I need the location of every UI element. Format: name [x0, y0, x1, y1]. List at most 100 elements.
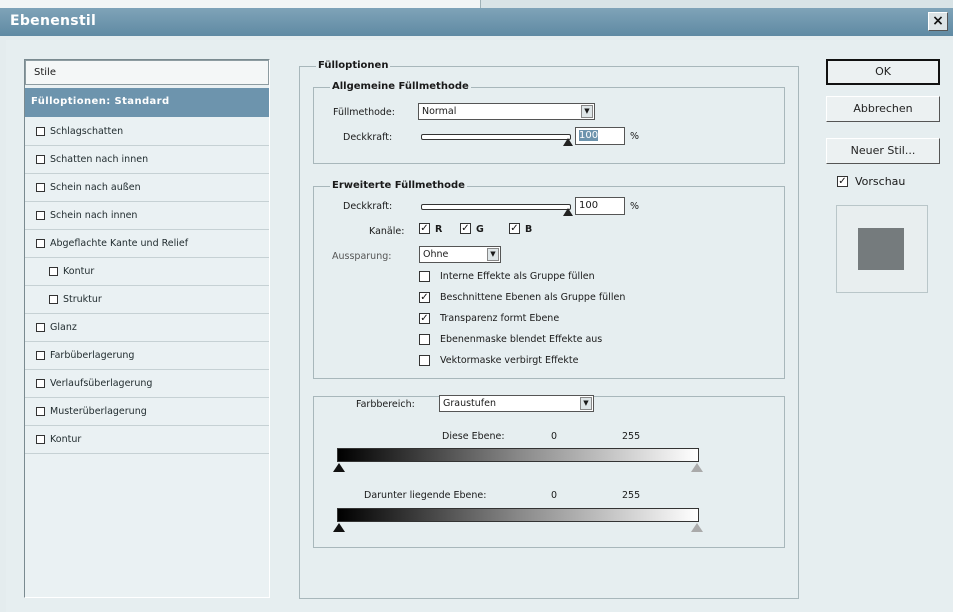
general-blend-group — [313, 87, 785, 164]
opacity-value: 100 — [579, 130, 599, 141]
opacity-slider[interactable] — [421, 134, 571, 140]
style-checkbox[interactable] — [36, 239, 45, 248]
advanced-blend-group — [313, 186, 785, 379]
style-checkbox[interactable] — [36, 127, 45, 136]
new-style-button[interactable]: Neuer Stil... — [826, 138, 940, 164]
this-layer-label: Diese Ebene: — [442, 431, 505, 442]
channel-g-label: G — [476, 224, 484, 235]
cancel-button[interactable]: Abbrechen — [826, 96, 940, 122]
style-checkbox[interactable] — [36, 155, 45, 164]
sidebar-item-2[interactable]: Schatten nach innen — [25, 146, 269, 174]
general-blend-title: Allgemeine Füllmethode — [330, 81, 471, 92]
sidebar-item-label: Kontur — [63, 266, 95, 277]
advanced-option-checkbox-2[interactable]: ✓ — [419, 292, 430, 303]
fill-opacity-value: 100 — [579, 200, 599, 211]
sidebar-item-5[interactable]: Abgeflachte Kante und Relief — [25, 230, 269, 258]
blend-if-group — [313, 396, 785, 548]
style-checkbox[interactable] — [36, 211, 45, 220]
this-layer-black-handle[interactable] — [333, 463, 345, 472]
opacity-input[interactable]: 100 — [575, 127, 625, 145]
preview-label: Vorschau — [855, 175, 906, 188]
advanced-option-label-5: Vektormaske verbirgt Effekte — [440, 355, 579, 366]
chevron-down-icon: ▼ — [580, 397, 592, 410]
advanced-option-checkbox-3[interactable]: ✓ — [419, 313, 430, 324]
this-layer-min: 0 — [551, 431, 558, 442]
sidebar-item-label: Farbüberlagerung — [50, 350, 135, 361]
sidebar-item-label: Abgeflachte Kante und Relief — [50, 238, 189, 249]
sidebar-item-label: Kontur — [50, 434, 82, 445]
sidebar-item-10[interactable]: Verlaufsüberlagerung — [25, 370, 269, 398]
style-checkbox[interactable] — [36, 351, 45, 360]
fill-percent-sign: % — [630, 201, 640, 212]
close-button[interactable]: × — [928, 12, 948, 31]
advanced-option-checkbox-1[interactable] — [419, 271, 430, 282]
blend-mode-value: Normal — [422, 106, 457, 117]
fill-options-title: Fülloptionen — [316, 60, 391, 71]
style-checkbox[interactable] — [49, 295, 58, 304]
background-window — [0, 0, 481, 8]
sidebar-item-11[interactable]: Musterüberlagerung — [25, 398, 269, 426]
sidebar-item-label: Schatten nach innen — [50, 154, 149, 165]
sidebar-item-label: Musterüberlagerung — [50, 406, 147, 417]
sidebar-item-6[interactable]: Kontur — [25, 258, 269, 286]
advanced-option-label-4: Ebenenmaske blendet Effekte aus — [440, 334, 603, 345]
underlying-layer-min: 0 — [551, 490, 558, 501]
styles-header[interactable]: Stile — [25, 60, 269, 85]
underlying-layer-max: 255 — [622, 490, 641, 501]
sidebar-item-label: Struktur — [63, 294, 102, 305]
style-checkbox[interactable] — [36, 379, 45, 388]
this-layer-white-handle[interactable] — [691, 463, 703, 472]
sidebar-item-label: Schlagschatten — [50, 126, 124, 137]
advanced-option-label-1: Interne Effekte als Gruppe füllen — [440, 271, 595, 282]
ok-button[interactable]: OK — [826, 59, 940, 85]
knockout-select[interactable]: Ohne ▼ — [419, 246, 501, 263]
underlying-layer-gradient — [337, 508, 699, 522]
style-checkbox[interactable] — [49, 267, 58, 276]
sidebar-item-fill-options[interactable]: Fülloptionen: Standard — [25, 88, 269, 117]
fill-opacity-slider[interactable] — [421, 204, 571, 210]
sidebar-item-8[interactable]: Glanz — [25, 314, 269, 342]
style-checkbox[interactable] — [36, 407, 45, 416]
channels-label: Kanäle: — [369, 226, 405, 237]
chevron-down-icon: ▼ — [581, 105, 593, 118]
fill-opacity-input[interactable]: 100 — [575, 197, 625, 215]
sidebar-item-9[interactable]: Farbüberlagerung — [25, 342, 269, 370]
channel-r-checkbox[interactable]: ✓ — [419, 223, 430, 234]
sidebar-item-7[interactable]: Struktur — [25, 286, 269, 314]
advanced-option-checkbox-5[interactable] — [419, 355, 430, 366]
window-title: Ebenenstil — [10, 13, 97, 29]
opacity-slider-handle[interactable] — [563, 138, 573, 146]
sidebar-item-3[interactable]: Schein nach außen — [25, 174, 269, 202]
channel-g-checkbox[interactable]: ✓ — [460, 223, 471, 234]
opacity-label: Deckkraft: — [343, 132, 393, 143]
channel-b-label: B — [525, 224, 533, 235]
knockout-label: Aussparung: — [332, 251, 392, 262]
advanced-blend-title: Erweiterte Füllmethode — [330, 180, 467, 191]
color-range-label: Farbbereich: — [356, 399, 415, 410]
this-layer-gradient — [337, 448, 699, 462]
title-bar[interactable] — [0, 8, 953, 36]
advanced-option-label-2: Beschnittene Ebenen als Gruppe füllen — [440, 292, 626, 303]
style-checkbox[interactable] — [36, 323, 45, 332]
sidebar-item-label: Verlaufsüberlagerung — [50, 378, 153, 389]
advanced-option-checkbox-4[interactable] — [419, 334, 430, 345]
this-layer-max: 255 — [622, 431, 641, 442]
color-range-select[interactable]: Graustufen ▼ — [439, 395, 594, 412]
preview-checkbox[interactable]: ✓ — [837, 176, 848, 187]
preview-swatch — [858, 228, 904, 270]
fill-opacity-slider-handle[interactable] — [563, 208, 573, 216]
percent-sign: % — [630, 131, 640, 142]
style-checkbox[interactable] — [36, 183, 45, 192]
blend-mode-label: Füllmethode: — [333, 107, 395, 118]
channel-b-checkbox[interactable]: ✓ — [509, 223, 520, 234]
underlying-layer-white-handle[interactable] — [691, 523, 703, 532]
fill-opacity-label: Deckkraft: — [343, 201, 393, 212]
underlying-layer-black-handle[interactable] — [333, 523, 345, 532]
blend-mode-select[interactable]: Normal ▼ — [418, 103, 595, 120]
sidebar-item-12[interactable]: Kontur — [25, 426, 269, 454]
style-checkbox[interactable] — [36, 435, 45, 444]
underlying-layer-label: Darunter liegende Ebene: — [364, 490, 487, 501]
sidebar-item-label: Schein nach außen — [50, 182, 141, 193]
sidebar-item-4[interactable]: Schein nach innen — [25, 202, 269, 230]
sidebar-item-1[interactable]: Schlagschatten — [25, 118, 269, 146]
